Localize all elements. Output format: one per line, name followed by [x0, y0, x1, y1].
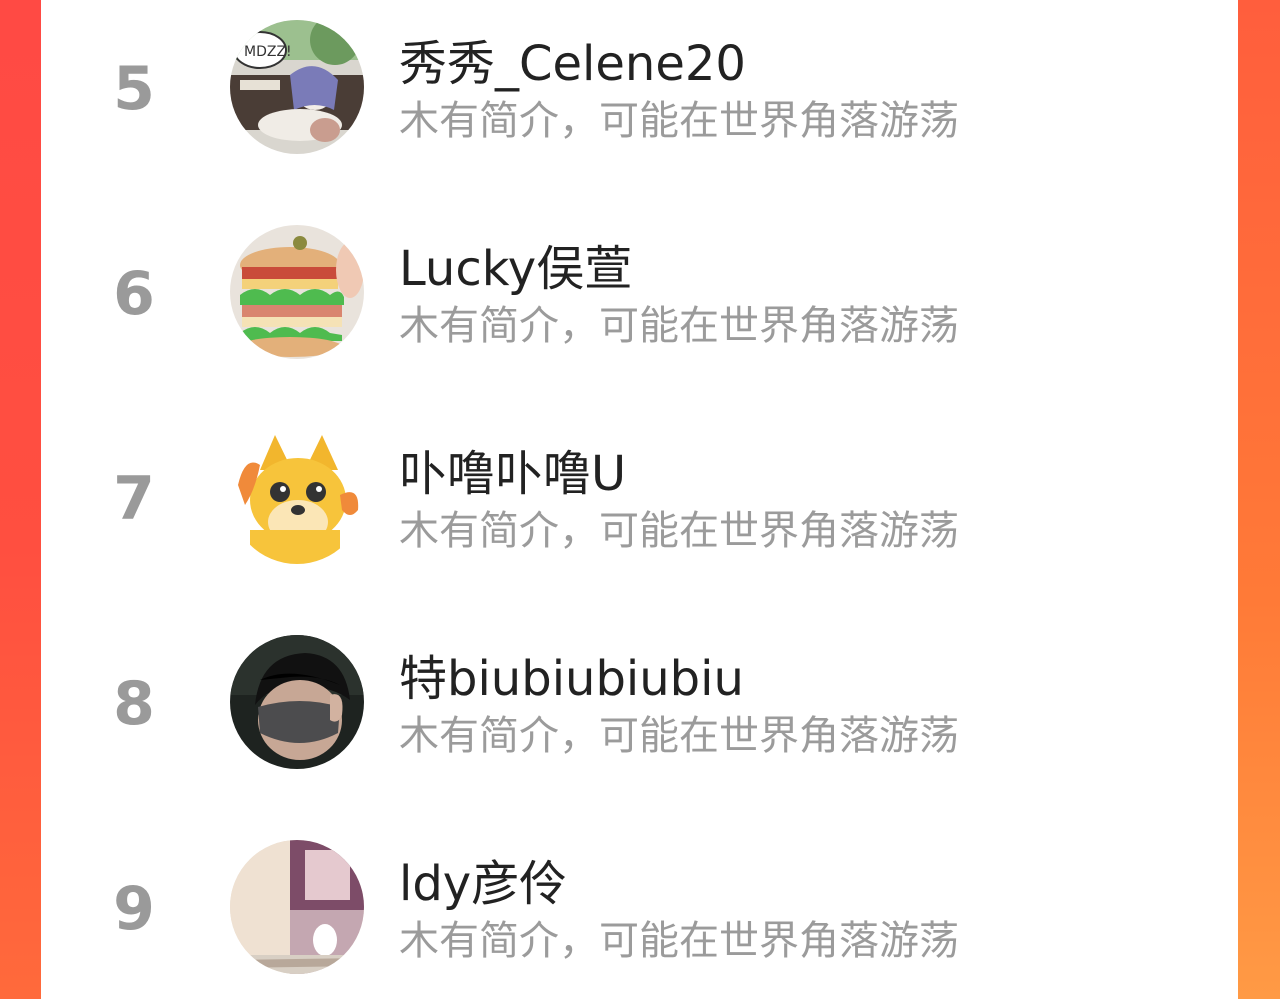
user-name[interactable]: Lucky俣萱 — [399, 229, 632, 299]
rank-number: 6 — [113, 259, 155, 329]
user-bio: 木有简介，可能在世界角落游荡 — [399, 713, 959, 759]
rank-number: 9 — [113, 874, 155, 944]
user-bio: 木有简介，可能在世界角落游荡 — [399, 508, 959, 554]
user-bio: 木有简介，可能在世界角落游荡 — [399, 918, 959, 964]
sandwich-avatar-icon[interactable] — [230, 225, 364, 359]
svg-text:MDZZ!: MDZZ! — [244, 44, 292, 60]
user-bio: 木有简介，可能在世界角落游荡 — [399, 303, 959, 349]
masked-person-avatar-icon[interactable] — [230, 635, 364, 769]
rank-number: 5 — [113, 54, 155, 124]
rank-number: 7 — [113, 464, 155, 534]
user-name[interactable]: ldy彦伶 — [399, 844, 567, 914]
list-item[interactable]: 7 卟噜卟噜U 木有简介，可能在世界角落游荡 — [41, 420, 1238, 580]
user-name[interactable]: 卟噜卟噜U — [399, 434, 626, 504]
user-name[interactable]: 秀秀_Celene20 — [399, 24, 746, 94]
ranking-list-panel: 5 MDZZ! 秀秀_Celene20 木有简介，可能在世界角落游荡 6 Luc… — [41, 0, 1238, 999]
list-item[interactable]: 6 Lucky俣萱 木有简介，可能在世界角落游荡 — [41, 215, 1238, 375]
anime-character-avatar-icon[interactable]: MDZZ! — [230, 20, 364, 154]
user-bio: 木有简介，可能在世界角落游荡 — [399, 98, 959, 144]
list-item[interactable]: 8 特biubiubiubiu 木有简介，可能在世界角落游荡 — [41, 625, 1238, 785]
photo-avatar-icon[interactable] — [230, 840, 364, 974]
list-item[interactable]: 5 MDZZ! 秀秀_Celene20 木有简介，可能在世界角落游荡 — [41, 10, 1238, 170]
left-gradient-edge — [0, 0, 41, 999]
user-name[interactable]: 特biubiubiubiu — [399, 639, 744, 709]
rank-number: 8 — [113, 669, 155, 739]
right-gradient-edge — [1238, 0, 1280, 999]
shiba-dog-avatar-icon[interactable] — [230, 430, 364, 564]
list-item[interactable]: 9 ldy彦伶 木有简介，可能在世界角落游荡 — [41, 830, 1238, 990]
